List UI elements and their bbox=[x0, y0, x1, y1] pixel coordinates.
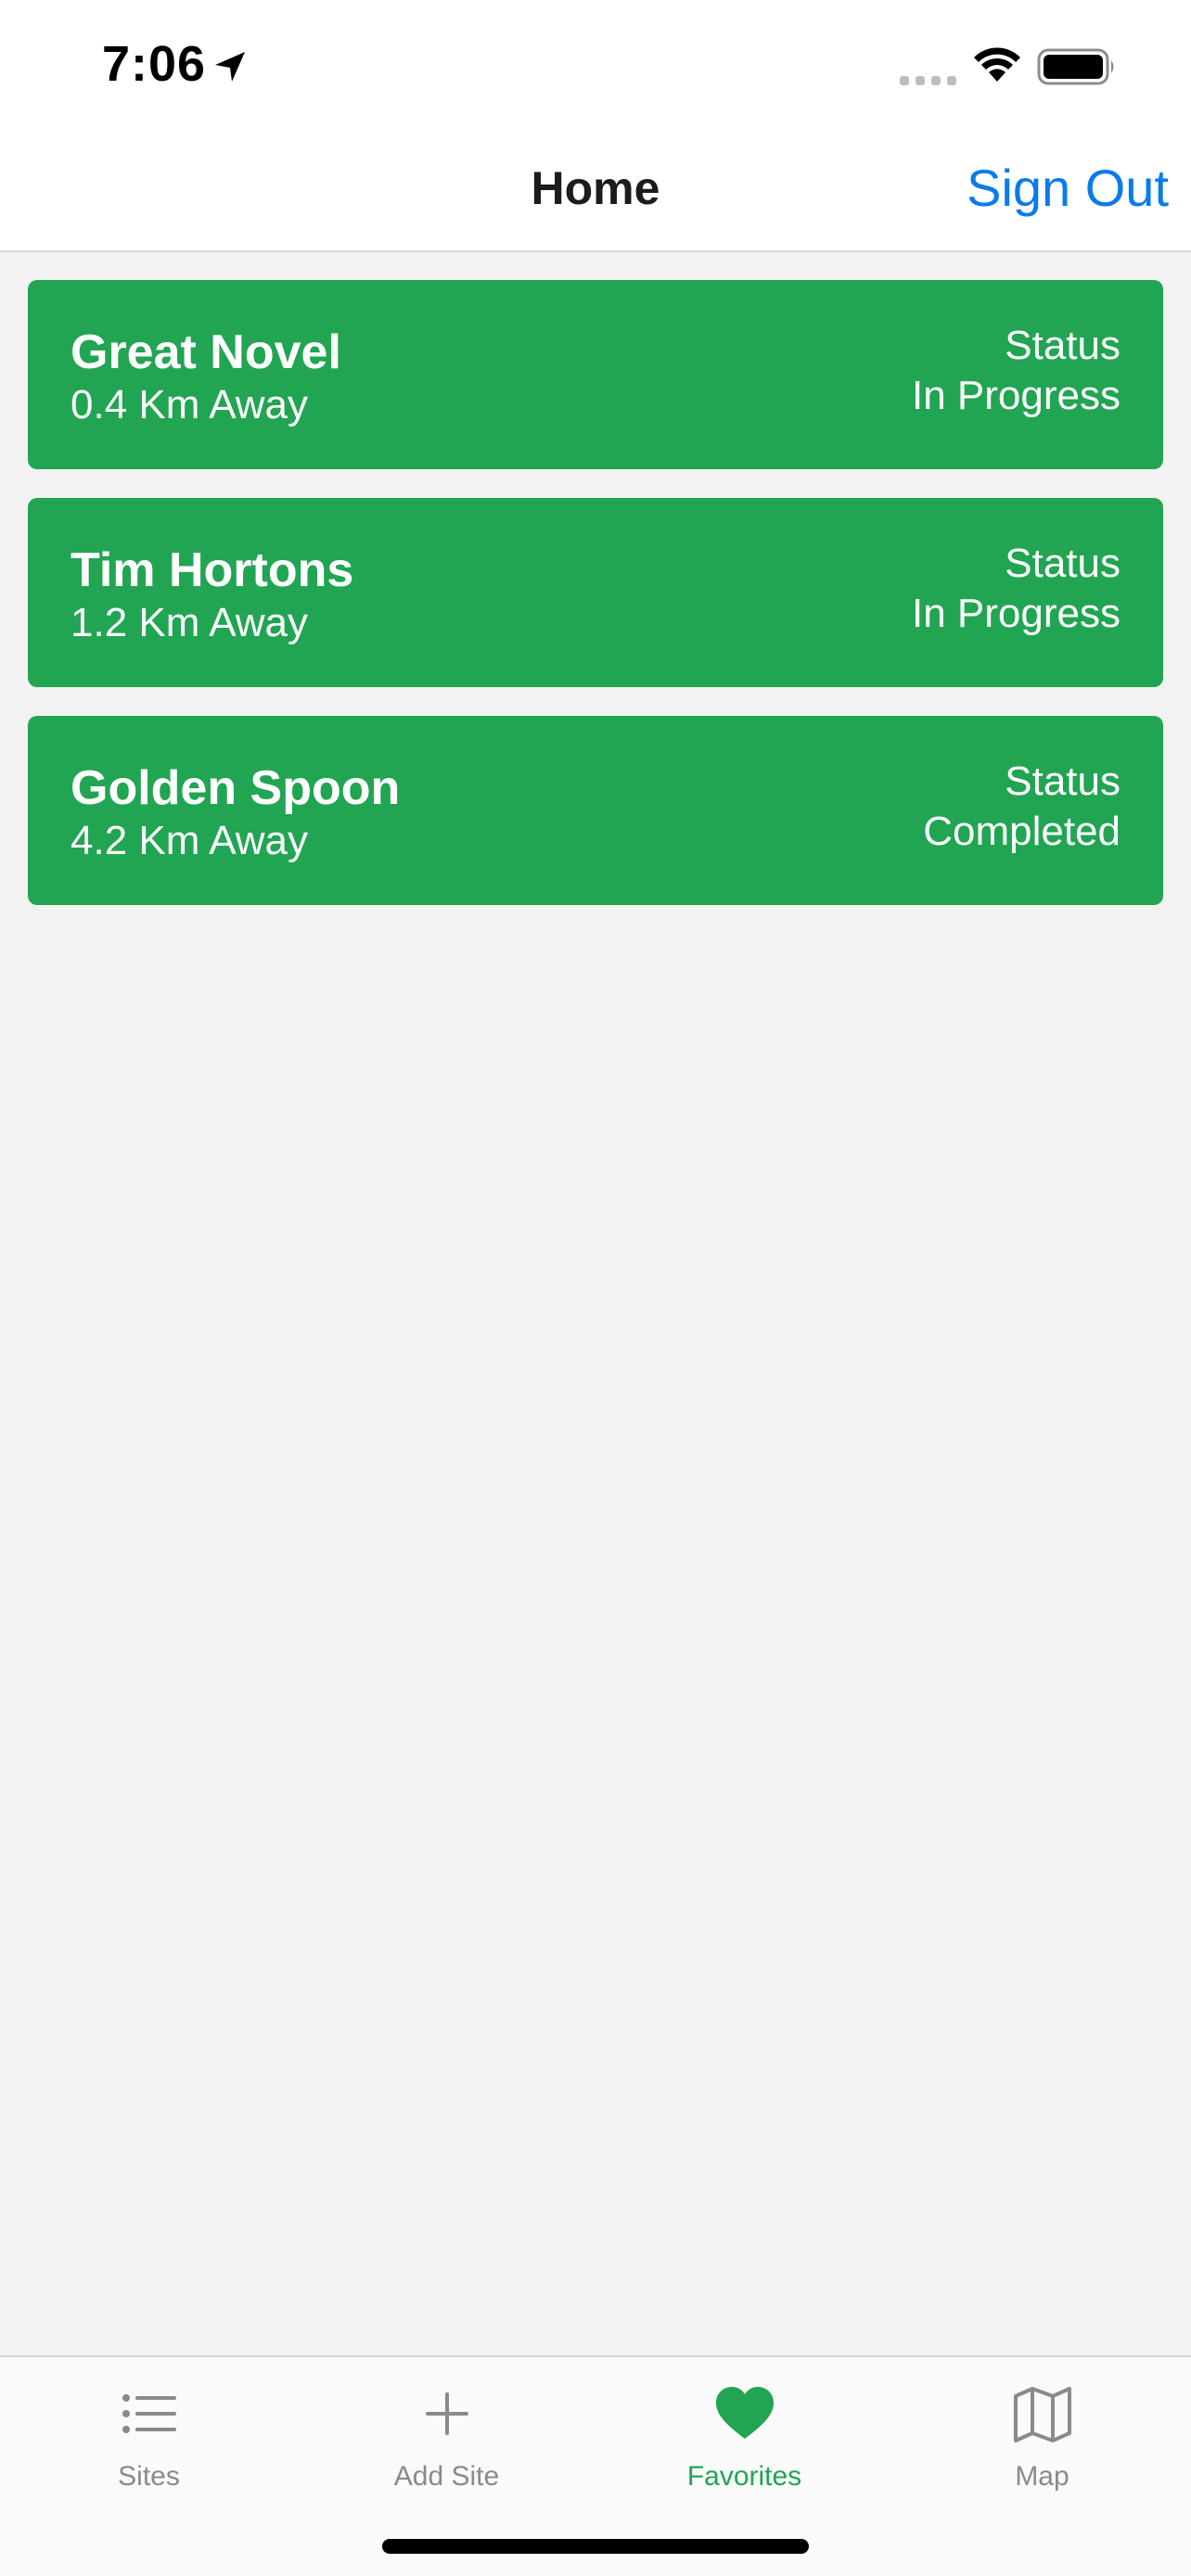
home-indicator bbox=[382, 2539, 809, 2554]
tab-add-site[interactable]: Add Site bbox=[298, 2357, 596, 2506]
status-value: In Progress bbox=[912, 373, 1121, 418]
tab-label: Map bbox=[1015, 2461, 1069, 2492]
tab-sites[interactable]: Sites bbox=[0, 2357, 298, 2506]
map-icon bbox=[1013, 2387, 1071, 2442]
site-name: Great Novel bbox=[70, 325, 341, 379]
tab-label: Add Site bbox=[393, 2461, 500, 2492]
status-time: 7:06 bbox=[102, 36, 207, 92]
heart-icon bbox=[715, 2387, 774, 2439]
navigation-bar: Home Sign Out bbox=[0, 139, 1191, 252]
site-card[interactable]: Great Novel 0.4 Km Away Status In Progre… bbox=[28, 280, 1163, 469]
plus-icon bbox=[425, 2392, 468, 2435]
site-card[interactable]: Tim Hortons 1.2 Km Away Status In Progre… bbox=[28, 498, 1163, 687]
status-label: Status bbox=[1005, 323, 1121, 368]
site-distance: 1.2 Km Away bbox=[70, 600, 308, 645]
site-list: Great Novel 0.4 Km Away Status In Progre… bbox=[28, 280, 1163, 934]
list-icon bbox=[122, 2394, 176, 2433]
tab-favorites[interactable]: Favorites bbox=[596, 2357, 893, 2506]
tab-label: Sites bbox=[118, 2461, 180, 2492]
sign-out-button[interactable]: Sign Out bbox=[967, 158, 1169, 218]
status-value: Completed bbox=[923, 809, 1121, 854]
status-label: Status bbox=[1005, 541, 1121, 586]
location-arrow-icon bbox=[215, 52, 245, 82]
status-value: In Progress bbox=[912, 591, 1121, 636]
site-distance: 4.2 Km Away bbox=[70, 818, 308, 863]
status-bar: 7:06 bbox=[0, 0, 1191, 139]
status-label: Status bbox=[1005, 759, 1121, 804]
site-distance: 0.4 Km Away bbox=[70, 382, 308, 427]
site-name: Golden Spoon bbox=[70, 761, 401, 815]
tab-map[interactable]: Map bbox=[893, 2357, 1191, 2506]
site-name: Tim Hortons bbox=[70, 543, 354, 597]
battery-icon bbox=[1037, 48, 1114, 85]
wifi-icon bbox=[974, 47, 1020, 82]
site-card[interactable]: Golden Spoon 4.2 Km Away Status Complete… bbox=[28, 716, 1163, 905]
tab-label: Favorites bbox=[686, 2461, 802, 2492]
cellular-signal-icon bbox=[900, 76, 956, 85]
